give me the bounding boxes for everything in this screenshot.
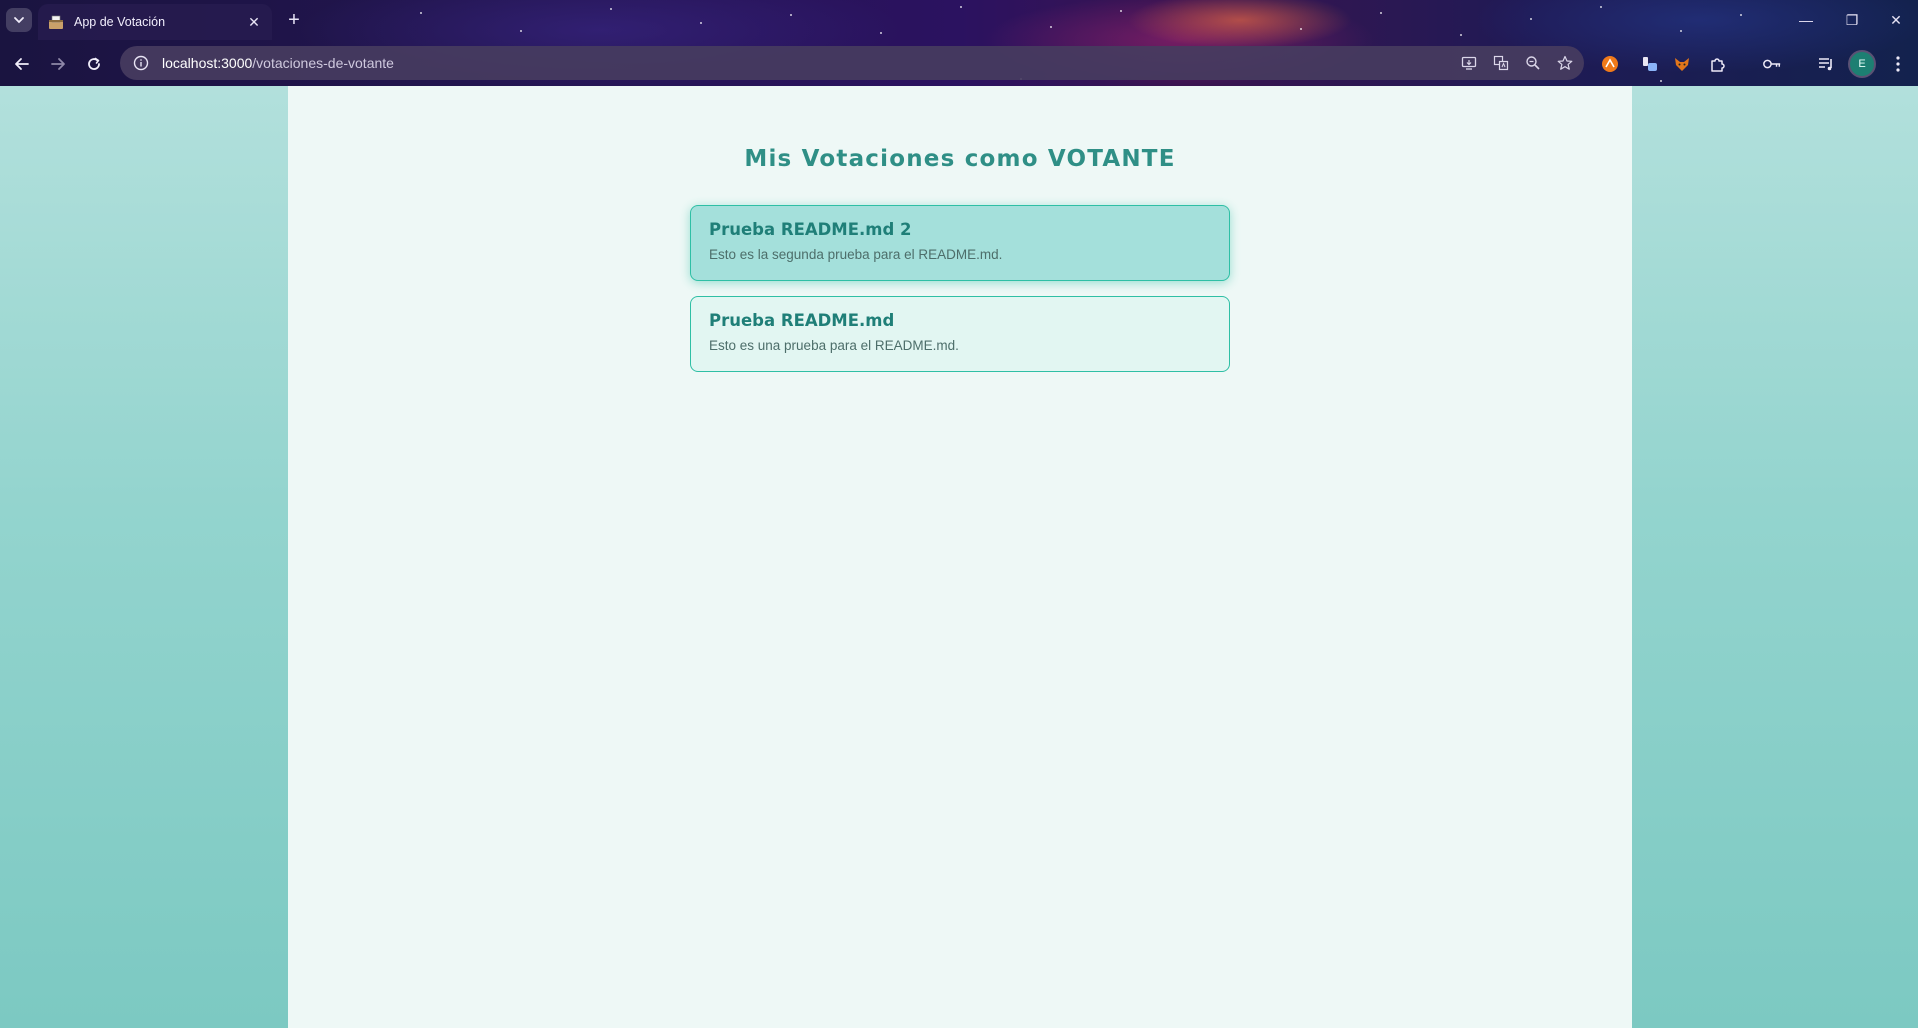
arrow-left-icon xyxy=(15,58,29,70)
browser-tab[interactable]: App de Votación ✕ xyxy=(38,4,272,40)
chevron-down-icon xyxy=(14,17,24,24)
close-tab-icon[interactable]: ✕ xyxy=(246,14,262,31)
address-bar[interactable]: localhost:3000/votaciones-de-votante xyxy=(120,46,1584,80)
browser-chrome: App de Votación ✕ + — ❐ ✕ localhost:3000… xyxy=(0,0,1918,86)
votacion-card[interactable]: Prueba README.md Esto es una prueba para… xyxy=(690,296,1230,372)
profile-avatar[interactable]: E xyxy=(1848,50,1876,78)
tab-strip: App de Votación ✕ + — ❐ ✕ xyxy=(0,0,1918,40)
site-info-icon[interactable] xyxy=(132,54,150,72)
translate-icon[interactable] xyxy=(1492,54,1510,72)
arrow-right-icon xyxy=(51,58,65,70)
votacion-title: Prueba README.md xyxy=(709,311,895,330)
browser-toolbar: localhost:3000/votaciones-de-votante E xyxy=(0,42,1918,84)
install-app-icon[interactable] xyxy=(1460,54,1478,72)
main-content: Mis Votaciones como VOTANTE Prueba READM… xyxy=(288,86,1632,1028)
extension-orange-icon[interactable] xyxy=(1600,54,1620,74)
back-button[interactable] xyxy=(8,50,36,78)
votacion-description: Esto es una prueba para el README.md. xyxy=(709,338,959,353)
browser-menu-icon[interactable] xyxy=(1888,54,1908,74)
page-viewport: Mis Votaciones como VOTANTE Prueba READM… xyxy=(0,86,1918,1028)
votacion-card[interactable]: Prueba README.md 2 Esto es la segunda pr… xyxy=(690,205,1230,281)
media-queue-icon[interactable] xyxy=(1816,54,1836,74)
ballot-box-icon xyxy=(49,15,63,29)
fox-extension-icon[interactable] xyxy=(1672,54,1692,74)
votacion-title: Prueba README.md 2 xyxy=(709,220,912,239)
extensions-puzzle-icon[interactable] xyxy=(1708,54,1728,74)
url-path: /votaciones-de-votante xyxy=(252,55,394,71)
extension-phone-icon[interactable] xyxy=(1640,54,1660,74)
reload-button[interactable] xyxy=(80,50,108,78)
restore-button[interactable]: ❐ xyxy=(1832,8,1872,32)
tab-title: App de Votación xyxy=(74,15,166,29)
url-host: localhost:3000 xyxy=(162,55,253,71)
zoom-icon[interactable] xyxy=(1524,54,1542,72)
votacion-description: Esto es la segunda prueba para el README… xyxy=(709,247,1003,262)
url-text: localhost:3000/votaciones-de-votante xyxy=(162,55,394,71)
page-title: Mis Votaciones como VOTANTE xyxy=(744,146,1176,172)
forward-button[interactable] xyxy=(44,50,72,78)
close-window-button[interactable]: ✕ xyxy=(1876,8,1916,32)
new-tab-button[interactable]: + xyxy=(282,8,306,32)
reload-icon xyxy=(88,57,100,70)
tab-search-button[interactable] xyxy=(6,8,32,32)
bookmark-star-icon[interactable] xyxy=(1556,54,1574,72)
votaciones-list: Prueba README.md 2 Esto es la segunda pr… xyxy=(690,205,1230,387)
password-key-icon[interactable] xyxy=(1762,54,1782,74)
minimize-button[interactable]: — xyxy=(1786,8,1826,32)
